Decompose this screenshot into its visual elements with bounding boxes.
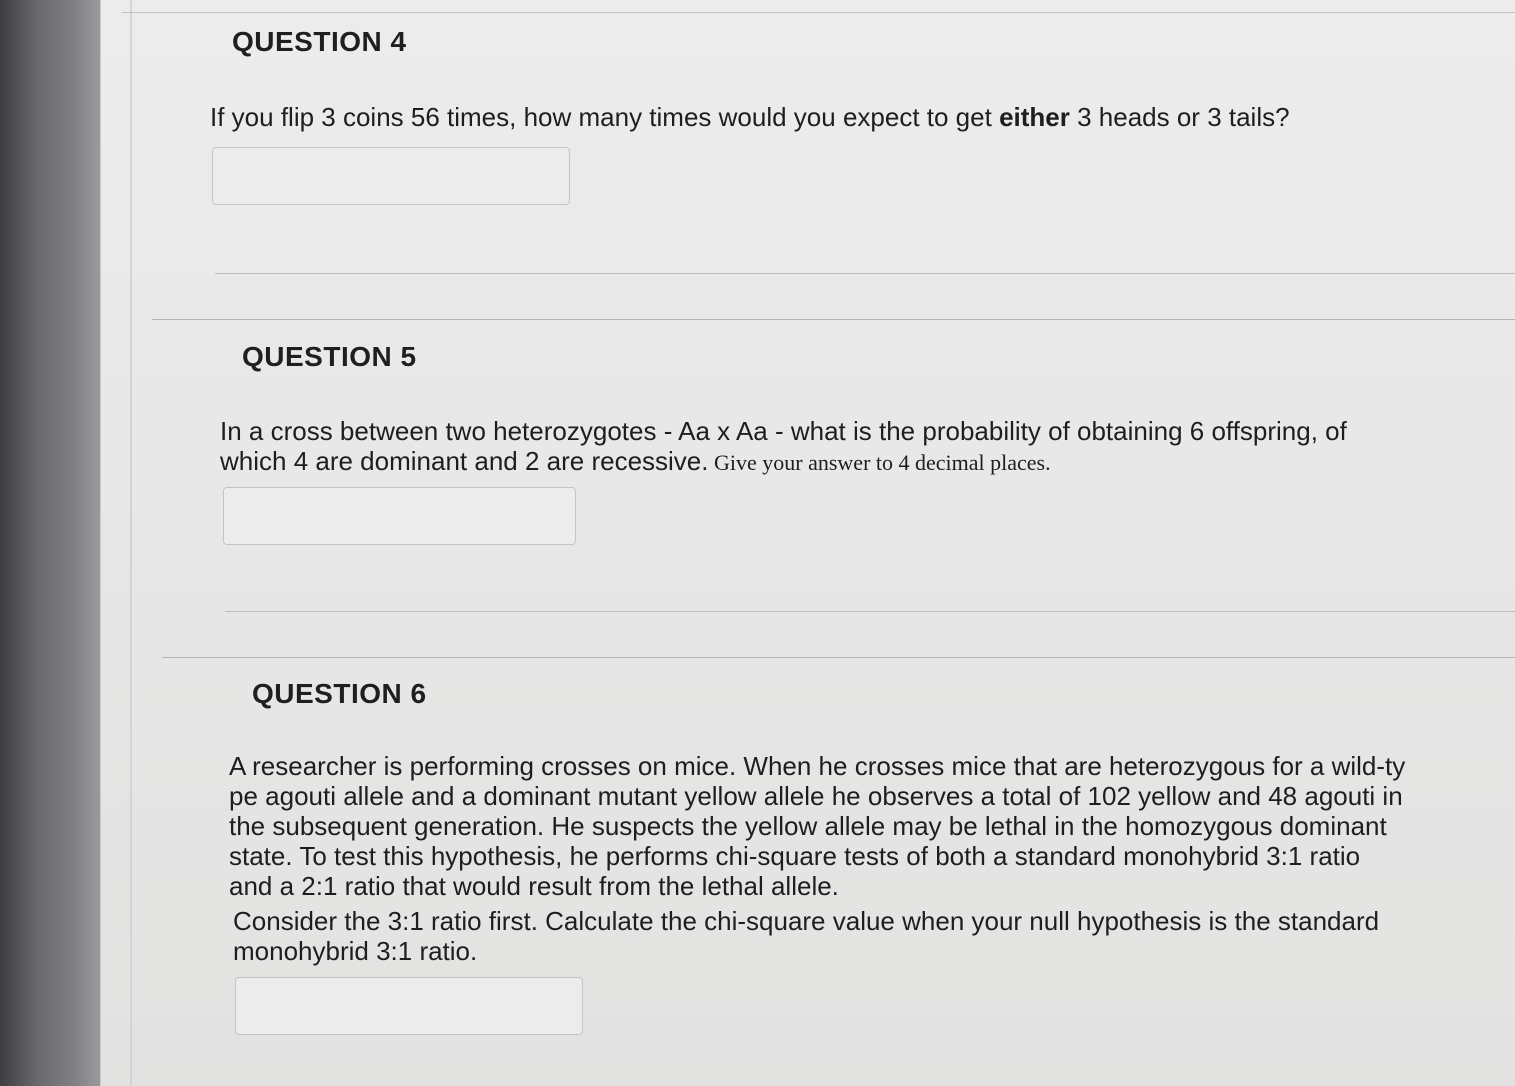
question-5-title: QUESTION 5 (242, 341, 417, 372)
question-6-p1-line: A researcher is performing crosses on mi… (229, 751, 1406, 781)
question-4-text-part1: If you flip 3 coins 56 times, how many t… (210, 102, 1000, 132)
question-6-p1-line: pe agouti allele and a dominant mutant y… (229, 781, 1403, 811)
question-5-text-line2: which 4 are dominant and 2 are recessive… (220, 446, 1510, 478)
question-5-text-line2-main: which 4 are dominant and 2 are recessive… (220, 446, 709, 476)
question-5-text: In a cross between two heterozygotes - A… (220, 416, 1510, 478)
question-4-text-part2: 3 heads or 3 tails? (1069, 102, 1290, 132)
question-4-answer-input[interactable] (212, 147, 570, 205)
top-divider (122, 12, 1515, 13)
question-6-p2-line: Consider the 3:1 ratio first. Calculate … (233, 906, 1380, 936)
question-4-text-bold: either (999, 102, 1070, 132)
question-5-answer-input[interactable] (223, 487, 576, 545)
question-6-answer-input[interactable] (235, 977, 583, 1035)
question-4-text: If you flip 3 coins 56 times, how many t… (210, 102, 1500, 132)
page-inner-edge (130, 0, 132, 1086)
question-5-answer-divider (225, 611, 1515, 612)
question-4-answer-divider (215, 273, 1515, 274)
question-5-text-line1: In a cross between two heterozygotes - A… (220, 416, 1347, 446)
question-6-p1-line: and a 2:1 ratio that would result from t… (229, 871, 839, 901)
question-6-p1-line: state. To test this hypothesis, he perfo… (229, 841, 1361, 871)
question-6-title: QUESTION 6 (252, 678, 427, 709)
question-6-p1-line: the subsequent generation. He suspects t… (229, 811, 1387, 841)
question-4-section-divider (152, 319, 1515, 320)
question-6-paragraph-1: A researcher is performing crosses on mi… (229, 751, 1509, 901)
question-4-title: QUESTION 4 (232, 26, 407, 57)
question-6-paragraph-2: Consider the 3:1 ratio first. Calculate … (233, 906, 1509, 966)
question-5-section-divider (162, 657, 1515, 658)
question-5-text-instruction: Give your answer to 4 decimal places. (708, 450, 1051, 475)
question-6-p2-line: monohybrid 3:1 ratio. (233, 936, 478, 966)
